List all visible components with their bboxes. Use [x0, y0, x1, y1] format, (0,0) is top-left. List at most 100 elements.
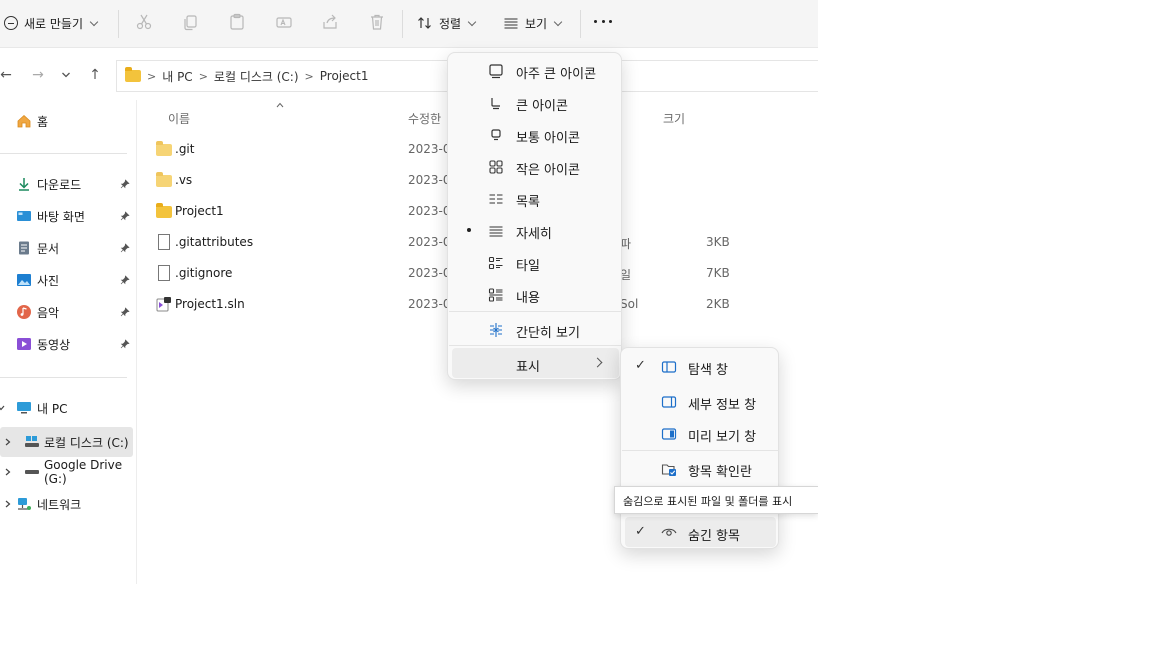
sidebar-item-desktop[interactable]: 바탕 화면	[0, 203, 136, 229]
sidebar-item-documents[interactable]: 문서	[0, 235, 136, 261]
breadcrumb-item[interactable]: 로컬 디스크 (C:)	[214, 68, 299, 85]
submenu-item-label: 항목 확인란	[688, 465, 752, 480]
eye-icon	[661, 528, 677, 536]
menu-item-label: 자세히	[516, 227, 552, 242]
dot-icon	[609, 20, 612, 23]
pin-icon[interactable]	[120, 307, 130, 317]
view-button[interactable]: 보기	[503, 13, 563, 33]
sidebar-label: 문서	[37, 241, 60, 256]
menu-item-show[interactable]: 표시	[452, 348, 619, 378]
column-header-name[interactable]: 이름	[168, 110, 190, 127]
pin-icon[interactable]	[120, 275, 130, 285]
download-icon	[19, 178, 29, 191]
folder-icon	[156, 172, 172, 188]
menu-item-label: 아주 큰 아이콘	[516, 67, 597, 82]
sidebar-item-music[interactable]: 음악	[0, 299, 136, 325]
column-header-modified[interactable]: 수정한	[408, 110, 441, 127]
breadcrumb-item[interactable]: Project1	[320, 69, 369, 83]
menu-item-large-icons[interactable]: 큰 아이콘	[448, 86, 623, 118]
file-date: 2023-0	[408, 204, 451, 218]
collapsed-chevron-icon[interactable]	[4, 468, 12, 476]
pane-divider[interactable]	[136, 100, 137, 584]
compact-view-icon	[490, 323, 502, 337]
sidebar-item-home[interactable]: 홈	[0, 108, 136, 134]
rename-icon[interactable]	[275, 13, 293, 31]
dot-icon	[594, 20, 597, 23]
menu-item-list[interactable]: 목록	[448, 182, 623, 214]
menu-item-label: 작은 아이콘	[516, 163, 580, 178]
sidebar-label: 내 PC	[37, 401, 68, 416]
breadcrumb-chevron-icon[interactable]: >	[199, 70, 208, 83]
paste-icon[interactable]	[228, 13, 246, 31]
menu-divider	[622, 450, 779, 451]
drive-icon	[25, 470, 39, 474]
collapsed-chevron-icon[interactable]	[4, 500, 12, 508]
collapsed-chevron-icon[interactable]	[4, 438, 12, 446]
sidebar-item-network[interactable]: 네트워크	[0, 491, 136, 517]
recent-locations-chevron-icon[interactable]	[58, 69, 74, 85]
submenu-item-label: 숨긴 항목	[688, 529, 740, 544]
menu-item-details[interactable]: 자세히	[448, 214, 623, 246]
toolbar-divider	[402, 10, 403, 38]
back-arrow-icon[interactable]: ←	[0, 67, 14, 83]
pin-icon[interactable]	[120, 211, 130, 221]
share-icon[interactable]	[321, 13, 339, 31]
forward-arrow-icon[interactable]: →	[30, 67, 46, 83]
sort-icon	[418, 17, 431, 29]
computer-icon	[17, 402, 31, 414]
medium-icons-icon	[491, 129, 501, 141]
selected-bullet-icon	[467, 228, 471, 232]
copy-icon[interactable]	[181, 13, 199, 31]
submenu-item-hidden-items[interactable]: ✓ 숨긴 항목	[625, 517, 776, 547]
small-icons-icon	[489, 160, 503, 174]
navigation-pane: 홈 다운로드 바탕 화면 문서 사진 음악 동영상 내 PC 로컬 디스크 (C…	[0, 100, 136, 648]
breadcrumb-chevron-icon[interactable]: >	[147, 70, 156, 83]
submenu-item-details-pane[interactable]: 세부 정보 창	[621, 385, 780, 417]
file-name: .vs	[175, 173, 193, 187]
menu-divider	[449, 345, 622, 346]
sidebar-item-google-drive[interactable]: Google Drive (G:)	[0, 458, 136, 486]
menu-item-small-icons[interactable]: 작은 아이콘	[448, 150, 623, 182]
desktop-background	[818, 0, 1152, 648]
breadcrumb-item[interactable]: 내 PC	[162, 68, 192, 85]
submenu-item-navigation-pane[interactable]: ✓ 탐색 창	[621, 350, 780, 382]
cut-icon[interactable]	[135, 13, 153, 31]
delete-icon[interactable]	[368, 13, 386, 31]
sidebar-item-pictures[interactable]: 사진	[0, 267, 136, 293]
chevron-down-icon	[553, 17, 563, 26]
file-name: .gitignore	[175, 266, 233, 280]
menu-item-compact-view[interactable]: 간단히 보기	[448, 313, 623, 345]
command-bar: 새로 만들기 정렬 보기	[0, 0, 818, 48]
sort-ascending-icon	[276, 102, 284, 108]
view-icon	[504, 18, 518, 29]
pin-icon[interactable]	[120, 339, 130, 349]
item-checkbox-icon	[661, 464, 676, 476]
column-header-size[interactable]: 크기	[663, 110, 685, 127]
menu-item-medium-icons[interactable]: 보통 아이콘	[448, 118, 623, 150]
more-options-button[interactable]	[594, 20, 612, 24]
expanded-chevron-icon[interactable]	[0, 404, 5, 412]
sidebar-item-videos[interactable]: 동영상	[0, 331, 136, 357]
desktop-icon	[17, 211, 31, 221]
new-button[interactable]: 새로 만들기	[4, 12, 99, 34]
new-label: 새로 만들기	[24, 16, 84, 31]
menu-item-tiles[interactable]: 타일	[448, 246, 623, 278]
up-arrow-icon[interactable]: ↑	[87, 67, 103, 83]
submenu-item-item-checkboxes[interactable]: 항목 확인란	[621, 452, 780, 484]
menu-item-content[interactable]: 내용	[448, 278, 623, 310]
submenu-item-preview-pane[interactable]: 미리 보기 창	[621, 417, 780, 449]
pin-icon[interactable]	[120, 179, 130, 189]
sidebar-item-this-pc[interactable]: 내 PC	[0, 395, 136, 421]
sort-button[interactable]: 정렬	[417, 13, 477, 33]
sidebar-item-downloads[interactable]: 다운로드	[0, 171, 136, 197]
new-plus-icon	[4, 16, 18, 30]
content-view-icon	[488, 288, 503, 302]
file-date: 2023-0	[408, 173, 451, 187]
menu-item-extra-large-icons[interactable]: 아주 큰 아이콘	[448, 54, 623, 86]
sidebar-label: 음악	[37, 305, 60, 320]
breadcrumb-chevron-icon[interactable]: >	[305, 70, 314, 83]
show-submenu: ✓ 탐색 창 세부 정보 창 미리 보기 창 항목 확인란 ✓ 숨긴 항목	[620, 347, 779, 549]
pin-icon[interactable]	[120, 243, 130, 253]
music-icon	[17, 305, 31, 319]
sidebar-item-local-disk[interactable]: 로컬 디스크 (C:)	[0, 427, 133, 457]
